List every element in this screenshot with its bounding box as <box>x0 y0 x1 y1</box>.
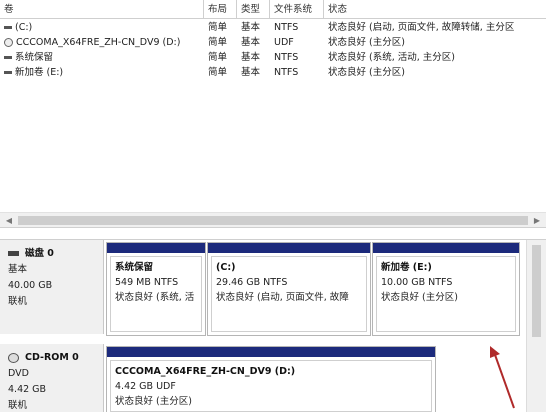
volume-type: 基本 <box>241 37 261 48</box>
partition-name: 系统保留 <box>115 262 154 273</box>
partition-d[interactable]: CCCOMA_X64FRE_ZH-CN_DV9 (D:) 4.42 GB UDF… <box>106 346 436 412</box>
volume-name: 新加卷 (E:) <box>15 67 64 78</box>
disk-size: 4.42 GB <box>8 384 47 395</box>
volume-name: 系统保留 <box>15 52 54 63</box>
volume-name: (C:) <box>15 22 33 33</box>
volume-status: 状态良好 (系统, 活动, 主分区) <box>328 52 456 63</box>
partition-size: 29.46 GB NTFS <box>216 277 288 288</box>
partition-band <box>107 243 205 253</box>
column-header-filesystem[interactable]: 文件系统 <box>270 0 324 19</box>
partition-status: 状态良好 (主分区) <box>115 396 192 407</box>
volume-layout: 简单 <box>208 22 228 33</box>
annotation-arrow-icon <box>490 346 515 409</box>
partition-status: 状态良好 (系统, 活 <box>115 292 195 303</box>
volume-row-d[interactable]: CCCOMA_X64FRE_ZH-CN_DV9 (D:) 简单 基本 UDF 状… <box>0 35 546 50</box>
volume-type: 基本 <box>241 52 261 63</box>
disk-0-label[interactable]: 磁盘 0 基本 40.00 GB 联机 <box>0 240 104 334</box>
volume-type: 基本 <box>241 67 261 78</box>
disk-title: CD-ROM 0 <box>25 352 79 363</box>
drive-bar-icon <box>4 56 12 59</box>
volume-row-system-reserved[interactable]: 系统保留 简单 基本 NTFS 状态良好 (系统, 活动, 主分区) <box>0 50 546 65</box>
volume-list: 卷 布局 类型 文件系统 状态 (C:) 简单 基本 NTFS 状态良好 (启动… <box>0 0 546 228</box>
disk-state: 联机 <box>8 400 28 411</box>
disk-title: 磁盘 0 <box>25 248 54 259</box>
partition-system-reserved[interactable]: 系统保留 549 MB NTFS 状态良好 (系统, 活 <box>106 242 206 336</box>
drive-bar-icon <box>4 26 12 29</box>
column-header-volume[interactable]: 卷 <box>0 0 204 19</box>
partition-name: CCCOMA_X64FRE_ZH-CN_DV9 (D:) <box>115 366 296 377</box>
partition-band <box>107 347 435 357</box>
volume-row-c[interactable]: (C:) 简单 基本 NTFS 状态良好 (启动, 页面文件, 故障转储, 主分… <box>0 20 546 35</box>
horizontal-scrollbar[interactable]: ◀ ▶ <box>0 212 546 228</box>
disk-size: 40.00 GB <box>8 280 53 291</box>
volume-status: 状态良好 (主分区) <box>328 67 405 78</box>
partition-c[interactable]: (C:) 29.46 GB NTFS 状态良好 (启动, 页面文件, 故障 <box>207 242 371 336</box>
volume-filesystem: NTFS <box>274 22 299 33</box>
volume-status: 状态良好 (启动, 页面文件, 故障转储, 主分区 <box>328 22 515 33</box>
volume-row-e[interactable]: 新加卷 (E:) 简单 基本 NTFS 状态良好 (主分区) <box>0 65 546 80</box>
volume-filesystem: NTFS <box>274 52 299 63</box>
disk-graphical-view: 磁盘 0 基本 40.00 GB 联机 系统保留 549 MB NTFS 状态良… <box>0 240 546 412</box>
column-header-type[interactable]: 类型 <box>237 0 270 19</box>
partition-e[interactable]: 新加卷 (E:) 10.00 GB NTFS 状态良好 (主分区) <box>372 242 520 336</box>
scrollbar-thumb[interactable] <box>18 216 528 225</box>
volume-filesystem: NTFS <box>274 67 299 78</box>
volume-status: 状态良好 (主分区) <box>328 37 405 48</box>
volume-name: CCCOMA_X64FRE_ZH-CN_DV9 (D:) <box>16 37 181 48</box>
cd-drive-icon <box>4 38 13 47</box>
partition-name: 新加卷 (E:) <box>381 262 432 273</box>
partition-band <box>373 243 519 253</box>
column-header-layout[interactable]: 布局 <box>204 0 237 19</box>
hard-disk-icon <box>8 251 19 256</box>
scroll-right-icon[interactable]: ▶ <box>529 213 545 228</box>
disk-kind: DVD <box>8 368 29 379</box>
partition-size: 549 MB NTFS <box>115 277 179 288</box>
partition-status: 状态良好 (启动, 页面文件, 故障 <box>216 292 349 303</box>
partition-band <box>208 243 370 253</box>
column-header-row: 卷 布局 类型 文件系统 状态 <box>0 0 546 19</box>
column-header-status[interactable]: 状态 <box>324 0 546 19</box>
cd-rom-0-label[interactable]: CD-ROM 0 DVD 4.42 GB 联机 <box>0 344 104 412</box>
drive-bar-icon <box>4 71 12 74</box>
partition-name: (C:) <box>216 262 236 273</box>
vertical-scrollbar[interactable] <box>526 240 546 412</box>
volume-layout: 简单 <box>208 67 228 78</box>
pane-splitter[interactable] <box>0 228 546 240</box>
partition-size: 4.42 GB UDF <box>115 381 176 392</box>
disk-state: 联机 <box>8 296 28 307</box>
volume-layout: 简单 <box>208 37 228 48</box>
cd-rom-icon <box>8 352 19 363</box>
scroll-left-icon[interactable]: ◀ <box>1 213 17 228</box>
partition-size: 10.00 GB NTFS <box>381 277 453 288</box>
volume-filesystem: UDF <box>274 37 294 48</box>
volume-layout: 简单 <box>208 52 228 63</box>
disk-kind: 基本 <box>8 264 28 275</box>
partition-status: 状态良好 (主分区) <box>381 292 458 303</box>
volume-type: 基本 <box>241 22 261 33</box>
scrollbar-thumb[interactable] <box>532 245 541 337</box>
